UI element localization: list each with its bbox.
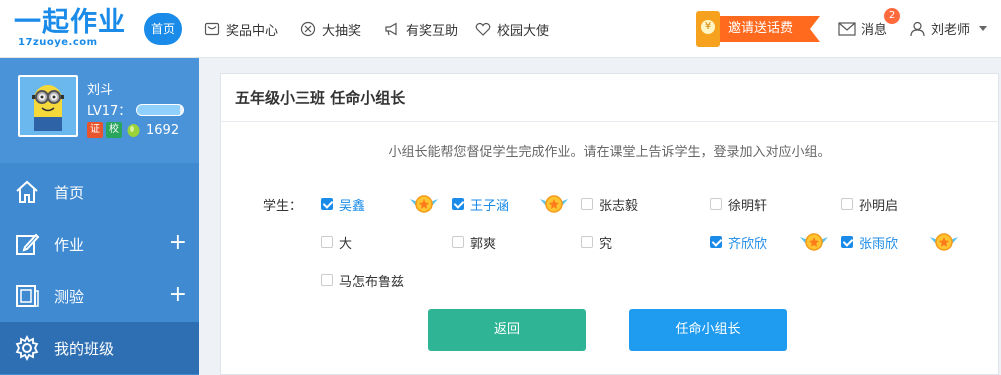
expand-plus-icon[interactable]: +: [169, 232, 187, 254]
invite-banner[interactable]: 邀请送话费: [696, 11, 820, 47]
leader-medal-icon: [800, 233, 828, 251]
nav-label: 奖品中心: [226, 23, 279, 39]
checkbox[interactable]: [321, 198, 333, 210]
gear-icon: [15, 335, 39, 361]
user-icon: [910, 21, 925, 36]
student-name: 齐欣欣: [728, 236, 768, 252]
student-checkbox-8[interactable]: 齐欣欣: [710, 233, 768, 252]
checkbox[interactable]: [710, 236, 722, 248]
stats-row: 证 校 1692: [87, 122, 179, 138]
invite-label: 邀请送话费: [720, 16, 820, 42]
sidebar: 刘斗 LV17： 证 校 1692 首页 作业 + 测验 + 我的班级: [0, 58, 199, 375]
sidebar-item-home[interactable]: 首页: [0, 166, 199, 218]
level-row: LV17：: [87, 100, 185, 119]
nav-label: 校园大使: [497, 23, 550, 39]
assign-leader-button[interactable]: 任命小组长: [629, 309, 787, 351]
student-checkbox-4[interactable]: 孙明启: [841, 195, 899, 214]
avatar[interactable]: [18, 75, 78, 137]
user-name: 刘老师: [931, 23, 971, 38]
checkbox[interactable]: [841, 236, 853, 248]
logo[interactable]: 一起作业 17zuoye.com: [14, 6, 138, 52]
nav-mutual-help[interactable]: 有奖互助: [384, 19, 458, 39]
student-checkbox-5[interactable]: 大: [321, 233, 353, 252]
student-checkbox-0[interactable]: 吴鑫: [321, 195, 366, 214]
phone-coin-icon: [696, 11, 720, 47]
assign-leader-panel: 五年级小三班 任命小组长 小组长能帮您督促学生完成作业。请在课堂上告诉学生，登录…: [220, 73, 999, 375]
student-name: 张志毅: [599, 198, 639, 214]
leader-medal-icon: [540, 195, 568, 213]
student-name: 郭爽: [470, 236, 497, 252]
nav-lottery[interactable]: 大抽奖: [300, 19, 361, 39]
edit-icon: [16, 233, 40, 255]
student-checkbox-2[interactable]: 张志毅: [581, 195, 639, 214]
sidebar-item-label: 作业: [54, 235, 85, 254]
checkbox[interactable]: [321, 274, 333, 286]
students-label: 学生：: [263, 199, 303, 214]
messages-count-badge: 2: [884, 8, 900, 24]
leader-medal-icon: [930, 233, 958, 251]
checkbox[interactable]: [581, 198, 593, 210]
nav-label: 大抽奖: [322, 23, 362, 39]
student-name: 徐明轩: [728, 198, 768, 214]
sidebar-item-my-class[interactable]: 我的班级: [0, 322, 199, 374]
student-checkbox-1[interactable]: 王子涵: [452, 195, 510, 214]
student-name: 王子涵: [470, 198, 510, 214]
school-tag: 校: [106, 122, 122, 138]
student-name: 孙明启: [859, 198, 899, 214]
logo-text: 一起作业: [14, 7, 126, 38]
back-button[interactable]: 返回: [428, 309, 586, 351]
checkbox[interactable]: [452, 236, 464, 248]
coin-icon: [127, 123, 140, 137]
megaphone-icon: [385, 22, 397, 36]
expand-plus-icon[interactable]: +: [169, 284, 187, 306]
lottery-icon: [300, 21, 316, 37]
heart-icon: [475, 22, 491, 36]
home-badge[interactable]: 首页: [144, 13, 182, 45]
chevron-down-icon: [979, 25, 988, 31]
student-name: 究: [599, 236, 613, 252]
leader-medal-icon: [410, 195, 438, 213]
profile-card: 刘斗 LV17： 证 校 1692: [0, 58, 199, 163]
points-value: 1692: [146, 122, 180, 138]
page-title: 五年级小三班 任命小组长: [221, 74, 998, 122]
level-progress-bar: [136, 103, 185, 116]
nav-label: 有奖互助: [406, 23, 459, 39]
checkbox[interactable]: [710, 198, 722, 210]
certified-tag: 证: [87, 122, 103, 138]
minion-avatar-icon: [20, 77, 76, 135]
nav-campus-ambassador[interactable]: 校园大使: [475, 19, 549, 39]
student-checkbox-7[interactable]: 究: [581, 233, 613, 252]
checkbox[interactable]: [452, 198, 464, 210]
sidebar-item-label: 测验: [54, 287, 85, 306]
logo-domain: 17zuoye.com: [18, 37, 98, 48]
messages-link[interactable]: 消息: [838, 19, 887, 38]
sidebar-item-label: 首页: [54, 183, 85, 202]
nav-prize-center[interactable]: 奖品中心: [204, 19, 278, 39]
mail-icon: [838, 21, 856, 36]
level-progress-fill: [137, 104, 180, 115]
student-checkbox-6[interactable]: 郭爽: [452, 233, 497, 252]
student-checkbox-9[interactable]: 张雨欣: [841, 233, 899, 252]
sidebar-item-homework[interactable]: 作业 +: [0, 218, 199, 270]
checkbox[interactable]: [581, 236, 593, 248]
home-icon: [16, 180, 38, 203]
user-menu[interactable]: 刘老师: [910, 19, 988, 38]
sidebar-item-label: 我的班级: [54, 339, 115, 358]
messages-label: 消息: [861, 23, 888, 38]
checkbox[interactable]: [841, 198, 853, 210]
student-name: 大: [339, 236, 353, 252]
sidebar-item-quiz[interactable]: 测验 +: [0, 270, 199, 322]
student-checkbox-3[interactable]: 徐明轩: [710, 195, 768, 214]
quiz-icon: [16, 285, 39, 307]
student-checkbox-10[interactable]: 马怎布鲁兹: [321, 271, 405, 290]
level-label: LV17：: [87, 104, 132, 119]
student-name: 马怎布鲁兹: [339, 274, 405, 290]
student-name: 张雨欣: [859, 236, 899, 252]
top-bar: 一起作业 17zuoye.com 首页 奖品中心 大抽奖 有奖互助 校园大使 邀…: [0, 0, 1001, 58]
student-name: 吴鑫: [339, 198, 366, 214]
student-name: 刘斗: [87, 83, 114, 98]
gift-icon: [204, 22, 220, 36]
hint-text: 小组长能帮您督促学生完成作业。请在课堂上告诉学生，登录加入对应小组。: [388, 145, 831, 160]
checkbox[interactable]: [321, 236, 333, 248]
